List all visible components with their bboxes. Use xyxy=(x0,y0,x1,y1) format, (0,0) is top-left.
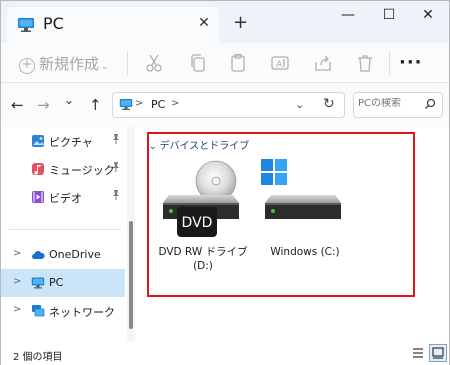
minimize-button[interactable]: — xyxy=(331,7,365,31)
paste-icon[interactable] xyxy=(227,52,249,74)
file-explorer-window: PC ✕ + — ☐ ✕ + 新規作成 ⌄ A ··· ← → ⌄ ↑ > PC… xyxy=(0,0,450,365)
address-row: ← → ⌄ ↑ > PC > ⌄ ↻ xyxy=(1,83,449,127)
search-input[interactable] xyxy=(358,98,420,109)
pin-icon xyxy=(111,161,121,176)
pc-icon xyxy=(119,98,133,114)
svg-text:A: A xyxy=(276,60,283,70)
new-button[interactable]: + 新規作成 ⌄ xyxy=(19,53,109,74)
sidebar-item-label: OneDrive xyxy=(49,248,101,261)
toolbar-divider xyxy=(389,51,390,75)
tab-title: PC xyxy=(43,14,64,33)
up-button[interactable]: ↑ xyxy=(89,96,102,114)
expand-icon[interactable]: > xyxy=(13,276,21,287)
pc-icon xyxy=(31,276,45,290)
item-count: 2 個の項目 xyxy=(13,352,63,363)
videos-icon xyxy=(31,190,45,204)
sidebar-item-videos[interactable]: ビデオ xyxy=(1,183,125,211)
back-button[interactable]: ← xyxy=(11,96,24,114)
share-icon[interactable] xyxy=(312,52,334,74)
chevron-down-icon: ⌄ xyxy=(101,62,109,72)
address-dropdown-icon[interactable]: ⌄ xyxy=(295,98,304,111)
pin-icon xyxy=(111,133,121,148)
sidebar-item-label: ピクチャ xyxy=(49,136,93,149)
sidebar-item-label: ビデオ xyxy=(49,192,82,205)
tab-pc[interactable]: PC ✕ xyxy=(7,7,219,43)
dvd-drive-icon: DVD xyxy=(159,159,247,244)
recent-locations-button[interactable]: ⌄ xyxy=(64,93,74,107)
navigation-pane: ピクチャ ミュージック ビデオ > OneDrive > PC > ネットワーク xyxy=(1,127,137,341)
cut-icon[interactable] xyxy=(143,52,165,74)
sidebar-item-onedrive[interactable]: > OneDrive xyxy=(1,241,125,269)
pin-icon xyxy=(111,189,121,204)
large-icons-view-button[interactable] xyxy=(429,344,447,362)
sidebar-item-label: PC xyxy=(49,276,64,289)
group-header-label: デバイスとドライブ xyxy=(159,141,250,152)
content-pane: ⌄ デバイスとドライブ DVD DVD RW ドライブ (D:) Windows… xyxy=(137,127,449,341)
expand-icon[interactable]: > xyxy=(13,304,21,315)
sidebar-item-label: ネットワーク xyxy=(49,306,115,319)
sidebar-item-network[interactable]: > ネットワーク xyxy=(1,297,125,325)
drive-item-windows[interactable]: Windows (C:) xyxy=(255,159,355,289)
rename-icon[interactable]: A xyxy=(269,52,291,74)
new-tab-button[interactable]: + xyxy=(233,12,248,33)
network-icon xyxy=(31,304,45,318)
status-bar: 2 個の項目 xyxy=(1,341,449,365)
breadcrumb-separator: > xyxy=(135,98,144,109)
forward-button[interactable]: → xyxy=(37,96,50,114)
plus-circle-icon: + xyxy=(19,58,35,74)
breadcrumb-separator[interactable]: > xyxy=(171,98,179,109)
chevron-down-icon: ⌄ xyxy=(149,142,157,152)
pictures-icon xyxy=(31,134,45,148)
windows-drive-icon xyxy=(261,159,349,244)
sidebar-item-label: ミュージック xyxy=(49,164,115,177)
group-header-devices[interactable]: ⌄ デバイスとドライブ xyxy=(149,137,249,152)
breadcrumb-pc[interactable]: PC xyxy=(151,98,165,111)
details-view-button[interactable] xyxy=(409,344,427,362)
delete-icon[interactable] xyxy=(354,52,376,74)
sidebar-scrollbar-thumb[interactable] xyxy=(129,221,133,329)
drive-label: DVD RW ドライブ (D:) xyxy=(158,246,248,272)
title-bar: PC ✕ + — ☐ ✕ xyxy=(1,1,449,43)
close-window-button[interactable]: ✕ xyxy=(411,7,445,31)
music-icon xyxy=(31,162,45,176)
command-bar: + 新規作成 ⌄ A ··· xyxy=(1,43,449,83)
more-options-button[interactable]: ··· xyxy=(399,52,423,73)
refresh-button[interactable]: ↻ xyxy=(323,96,335,112)
search-icon[interactable] xyxy=(424,98,436,113)
onedrive-icon xyxy=(31,248,45,262)
sidebar-item-pictures[interactable]: ピクチャ xyxy=(1,127,125,155)
new-button-label: 新規作成 xyxy=(39,55,100,73)
copy-icon[interactable] xyxy=(187,52,209,74)
drive-item-dvd[interactable]: DVD DVD RW ドライブ (D:) xyxy=(153,159,253,289)
close-tab-icon[interactable]: ✕ xyxy=(195,15,213,31)
sidebar-divider xyxy=(9,229,121,230)
address-bar[interactable]: > PC > ⌄ ↻ xyxy=(112,92,345,118)
pc-icon xyxy=(17,17,35,36)
search-box[interactable] xyxy=(353,92,443,118)
sidebar-item-pc[interactable]: > PC xyxy=(1,269,125,297)
expand-icon[interactable]: > xyxy=(13,248,21,259)
maximize-button[interactable]: ☐ xyxy=(372,7,406,31)
svg-text:DVD: DVD xyxy=(182,215,213,231)
sidebar-item-music[interactable]: ミュージック xyxy=(1,155,125,183)
toolbar-divider xyxy=(127,51,128,75)
drive-label: Windows (C:) xyxy=(270,246,340,258)
